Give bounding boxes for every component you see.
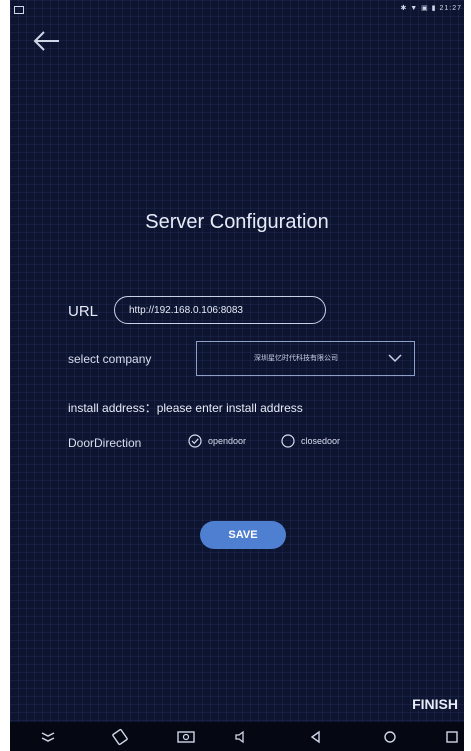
app-screen: ✱ ▼ ▣ ▮ 21:27 Server Configuration URL s… bbox=[10, 0, 464, 751]
notification-icon bbox=[14, 6, 24, 14]
screenshot-icon bbox=[177, 731, 195, 743]
collapse-button[interactable] bbox=[38, 727, 58, 747]
nav-recents-button[interactable] bbox=[442, 727, 462, 747]
page-title: Server Configuration bbox=[145, 211, 329, 233]
url-label: URL bbox=[68, 303, 99, 320]
company-label: select company bbox=[68, 352, 152, 366]
rotate-button[interactable] bbox=[110, 727, 130, 747]
collapse-icon bbox=[41, 732, 55, 742]
radio-checked-icon bbox=[188, 434, 202, 448]
chevron-down-icon bbox=[388, 354, 402, 363]
nav-back-button[interactable] bbox=[306, 727, 326, 747]
system-nav-bar bbox=[10, 722, 464, 751]
back-button[interactable] bbox=[32, 29, 62, 53]
nav-home-button[interactable] bbox=[380, 727, 400, 747]
url-input[interactable] bbox=[114, 296, 326, 324]
screenshot-button[interactable] bbox=[176, 727, 196, 747]
radio-unchecked-icon bbox=[281, 434, 295, 448]
rotate-icon bbox=[112, 728, 128, 746]
back-triangle-icon bbox=[310, 730, 320, 744]
install-address-field[interactable]: install address：please enter install add… bbox=[68, 399, 303, 416]
home-circle-icon bbox=[384, 731, 396, 743]
save-button[interactable]: SAVE bbox=[200, 521, 286, 549]
volume-icon bbox=[235, 730, 244, 744]
arrow-left-icon bbox=[33, 31, 59, 51]
door-direction-label: DoorDirection bbox=[68, 436, 142, 450]
company-select[interactable]: 深圳星忆时代科技有限公司 bbox=[196, 341, 415, 376]
radio-opendoor[interactable]: opendoor bbox=[188, 432, 246, 450]
company-selected-value: 深圳星忆时代科技有限公司 bbox=[254, 355, 338, 362]
radio-closedoor-label: closedoor bbox=[301, 436, 341, 446]
volume-button[interactable] bbox=[231, 727, 251, 747]
radio-closedoor[interactable]: closedoor bbox=[281, 432, 340, 450]
status-bar: ✱ ▼ ▣ ▮ 21:27 bbox=[10, 0, 464, 20]
status-icons-time: ✱ ▼ ▣ ▮ 21:27 bbox=[400, 5, 462, 12]
radio-opendoor-label: opendoor bbox=[208, 436, 247, 446]
recents-square-icon bbox=[446, 731, 458, 743]
finish-button[interactable]: FINISH bbox=[412, 696, 458, 712]
